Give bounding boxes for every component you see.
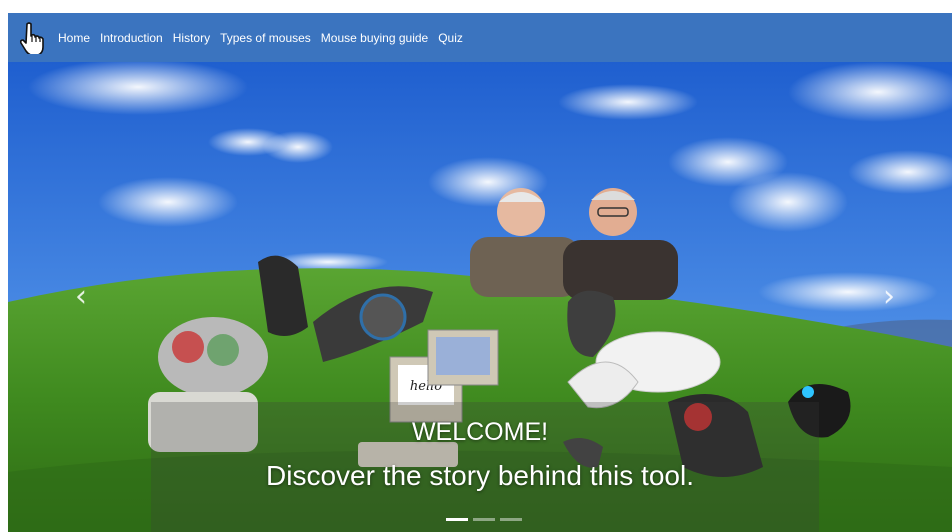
indicator-1[interactable]	[446, 518, 468, 521]
nav-links: Home Introduction History Types of mouse…	[58, 31, 473, 45]
page-frame: Home Introduction History Types of mouse…	[8, 13, 952, 532]
carousel-indicators	[446, 518, 522, 521]
nav-types-of-mouses[interactable]: Types of mouses	[220, 31, 311, 45]
nav-introduction[interactable]: Introduction	[100, 31, 163, 45]
caption-subtitle: Discover the story behind this tool.	[266, 460, 694, 491]
hero-carousel: hello WELCOME! Discover the story behind…	[8, 62, 952, 532]
indicator-3[interactable]	[500, 518, 522, 521]
navbar: Home Introduction History Types of mouse…	[8, 13, 952, 62]
hand-pointer-icon[interactable]	[14, 20, 50, 56]
nav-quiz[interactable]: Quiz	[438, 31, 463, 45]
chevron-right-icon[interactable]: ›	[874, 277, 904, 317]
indicator-2[interactable]	[473, 518, 495, 521]
caption-title: WELCOME!	[411, 418, 549, 446]
nav-mouse-buying-guide[interactable]: Mouse buying guide	[321, 31, 428, 45]
nav-history[interactable]: History	[173, 31, 210, 45]
nav-home[interactable]: Home	[58, 31, 90, 45]
chevron-left-icon[interactable]: ‹	[66, 277, 96, 317]
